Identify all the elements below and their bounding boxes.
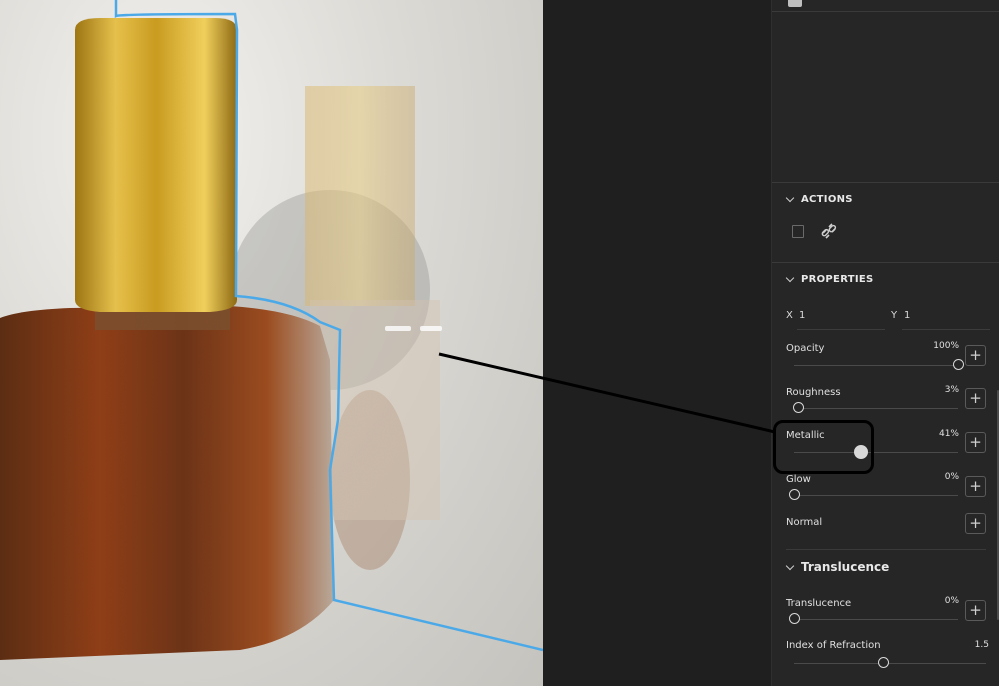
glow-value: 0% (944, 472, 959, 482)
opacity-slider-thumb[interactable] (952, 359, 964, 370)
repeat-x-input[interactable]: 1 (799, 310, 805, 321)
repeat-y-label: Y (891, 310, 898, 321)
properties-header[interactable]: PROPERTIES (785, 273, 874, 285)
translucence-slider-thumb[interactable] (788, 613, 800, 624)
repeat-x-label: X (786, 310, 793, 321)
ior-slider-thumb[interactable] (878, 657, 889, 668)
translucence-label: Translucence (786, 598, 852, 609)
glow-label: Glow (786, 474, 811, 485)
glow-add-button[interactable]: + (965, 476, 986, 497)
metallic-add-button[interactable]: + (965, 432, 986, 453)
layer-thumbnail-icon[interactable] (788, 0, 802, 7)
chevron-down-icon (785, 193, 795, 203)
normal-add-button[interactable]: + (965, 513, 986, 534)
chevron-down-icon (785, 273, 795, 283)
replace-icon[interactable] (792, 225, 804, 238)
glow-slider-thumb[interactable] (788, 489, 800, 500)
glow-slider[interactable] (794, 495, 958, 496)
3d-viewport[interactable] (0, 0, 543, 686)
chevron-down-icon (785, 561, 795, 570)
roughness-add-button[interactable]: + (965, 388, 986, 409)
ior-value: 1.5 (974, 640, 989, 650)
actions-header[interactable]: ACTIONS (785, 193, 853, 205)
opacity-slider[interactable] (794, 365, 958, 366)
normal-label: Normal (786, 517, 823, 528)
translucence-value: 0% (944, 596, 959, 606)
properties-panel: ACTIONS PROPERTIES X 1 Y 1 Opacity 100% … (771, 0, 999, 686)
translucence-add-button[interactable]: + (965, 600, 986, 621)
roughness-slider[interactable] (794, 408, 958, 409)
opacity-label: Opacity (786, 343, 825, 354)
opacity-add-button[interactable]: + (965, 345, 986, 366)
annotation-highlight-box (773, 420, 874, 474)
ior-slider[interactable] (794, 663, 986, 664)
canvas-background (543, 0, 771, 686)
translucence-slider[interactable] (794, 619, 958, 620)
roughness-value: 3% (944, 385, 959, 395)
repeat-y-input[interactable]: 1 (904, 310, 910, 321)
opacity-value: 100% (933, 341, 959, 351)
roughness-slider-thumb[interactable] (793, 402, 805, 413)
metallic-value: 41% (938, 429, 959, 439)
translucence-header[interactable]: Translucence (785, 560, 889, 574)
scene-render (0, 0, 543, 660)
ior-label: Index of Refraction (786, 640, 881, 651)
roughness-label: Roughness (786, 387, 841, 398)
unlink-icon[interactable] (820, 223, 838, 241)
